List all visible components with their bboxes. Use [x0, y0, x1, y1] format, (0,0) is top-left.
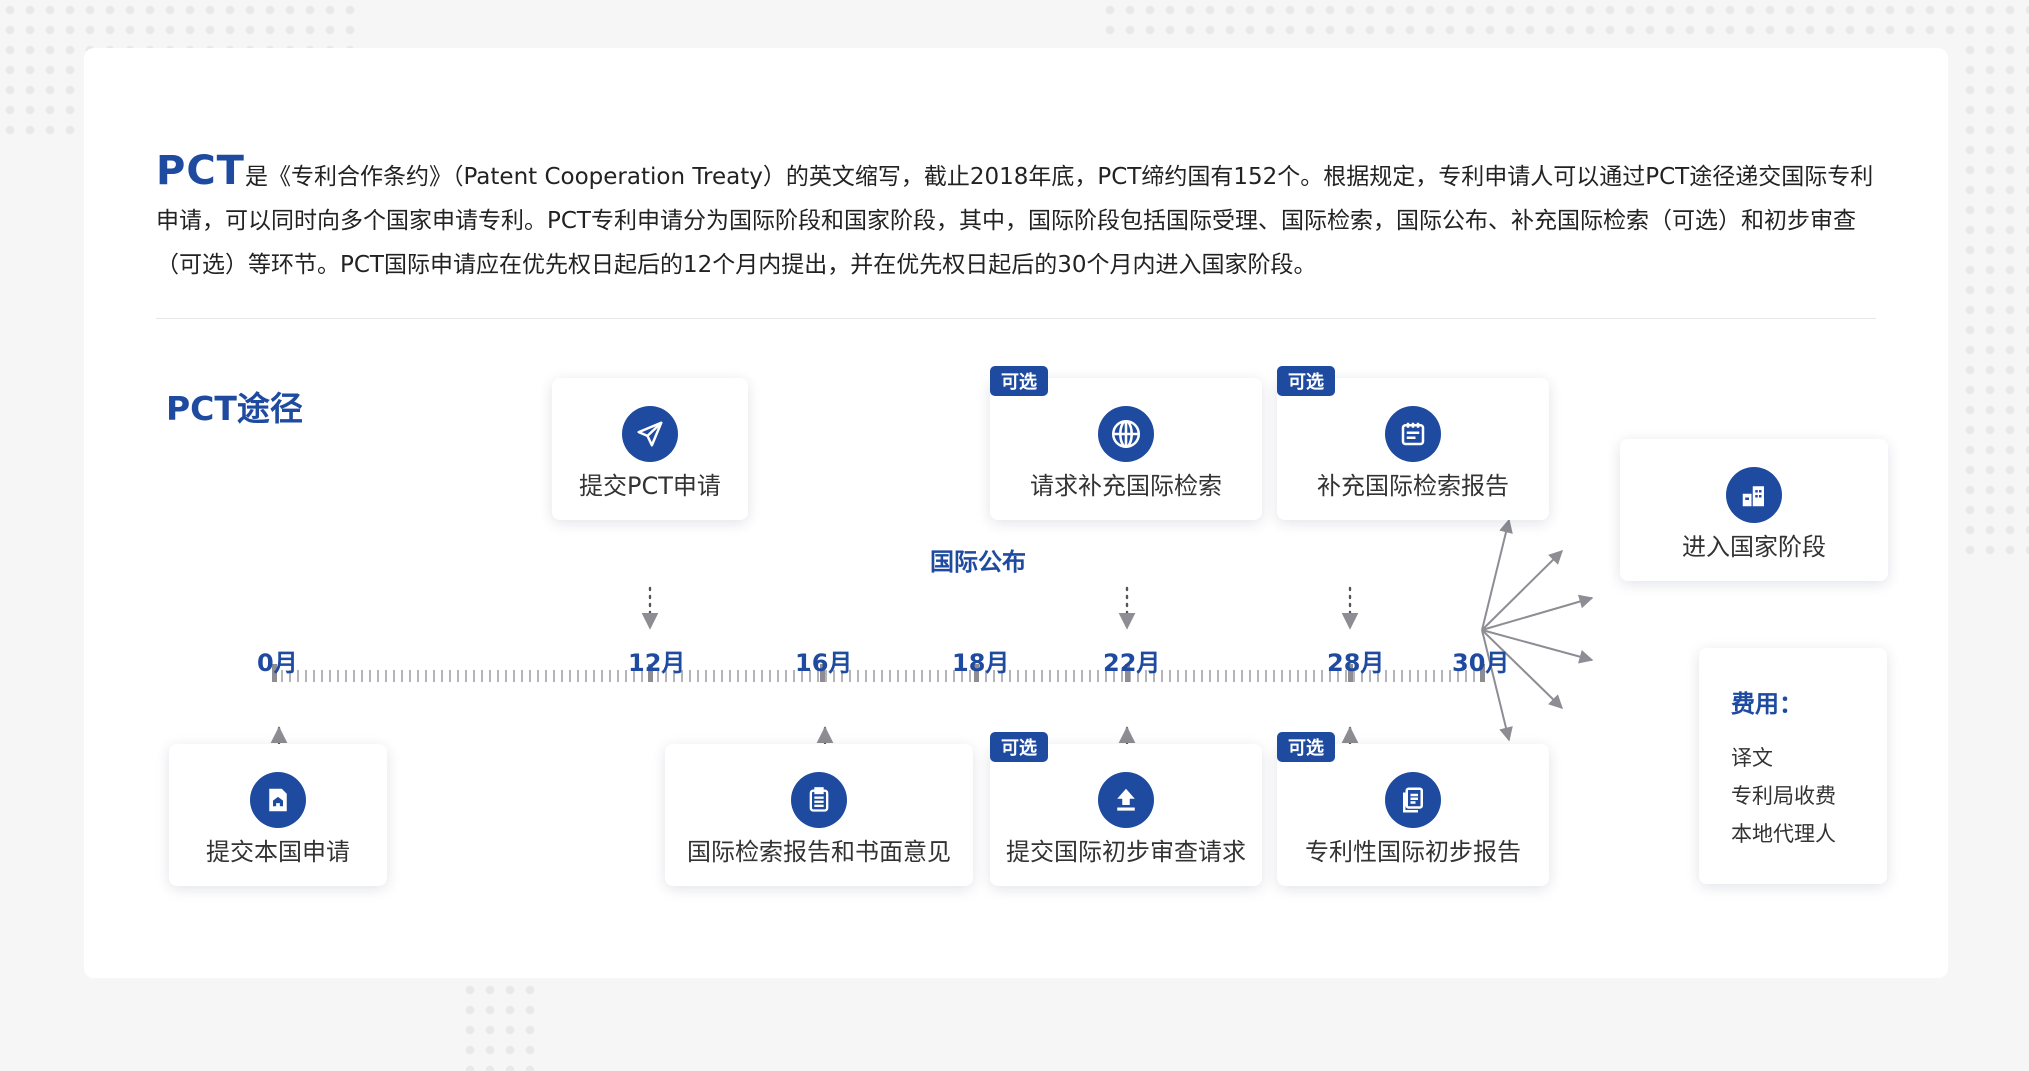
step-submit-preliminary-exam-request: 可选 提交国际初步审查请求: [990, 732, 1262, 886]
step-search-report-written-opinion: 国际检索报告和书面意见: [665, 744, 973, 886]
dot-pattern-right: [1960, 40, 2029, 560]
fee-item: 专利局收费: [1731, 784, 1836, 808]
month-label-0: 0月: [257, 649, 298, 677]
optional-tag: 可选: [990, 732, 1048, 762]
step-label: 国际检索报告和书面意见: [687, 838, 951, 866]
month-label-22: 22月: [1103, 649, 1161, 677]
international-publication-label: 国际公布: [930, 548, 1026, 576]
step-supplementary-search-report: 可选 补充国际检索报告: [1277, 366, 1549, 520]
building-icon: [1726, 467, 1782, 523]
clipboard-icon: [791, 772, 847, 828]
fees-box: 费用： 译文 专利局收费 本地代理人: [1699, 648, 1887, 884]
globe-icon: [1098, 406, 1154, 462]
step-submit-pct: 提交PCT申请: [552, 378, 748, 520]
step-enter-national-phase: 进入国家阶段: [1620, 439, 1888, 581]
fee-item: 译文: [1731, 746, 1773, 770]
month-label-28: 28月: [1327, 649, 1385, 677]
send-icon: [622, 406, 678, 462]
fan-arrow: [1481, 518, 1513, 631]
step-label: 提交国际初步审查请求: [1006, 838, 1246, 866]
month-label-18: 18月: [952, 649, 1010, 677]
step-label: 提交PCT申请: [579, 472, 721, 500]
month-label-16: 16月: [795, 649, 853, 677]
step-request-supplementary-search: 可选 请求补充国际检索: [990, 366, 1262, 520]
dot-pattern-bottom: [460, 980, 540, 1071]
step-preliminary-patentability-report: 可选 专利性国际初步报告: [1277, 732, 1549, 886]
pct-info-card: PCT是《专利合作条约》（Patent Cooperation Treaty）的…: [84, 48, 1948, 978]
month-label-30: 30月: [1452, 649, 1510, 677]
national-fan-arrows: [1481, 518, 1594, 742]
step-label: 提交本国申请: [206, 838, 350, 866]
optional-tag: 可选: [990, 366, 1048, 396]
calendar-report-icon: [1385, 406, 1441, 462]
upload-icon: [1098, 772, 1154, 828]
timeline-ticks: [272, 664, 1485, 682]
documents-icon: [1385, 772, 1441, 828]
month-label-12: 12月: [628, 649, 686, 677]
step-submit-domestic-application: 提交本国申请: [169, 744, 387, 886]
dot-pattern-top-right: [1100, 0, 2029, 40]
optional-tag: 可选: [1277, 732, 1335, 762]
house-document-icon: [250, 772, 306, 828]
optional-tag: 可选: [1277, 366, 1335, 396]
step-label: 请求补充国际检索: [1030, 472, 1222, 500]
step-label: 进入国家阶段: [1682, 533, 1826, 561]
step-label: 专利性国际初步报告: [1305, 838, 1521, 866]
fee-item: 本地代理人: [1731, 822, 1836, 846]
fees-title: 费用：: [1731, 690, 1803, 718]
step-label: 补充国际检索报告: [1317, 472, 1509, 500]
